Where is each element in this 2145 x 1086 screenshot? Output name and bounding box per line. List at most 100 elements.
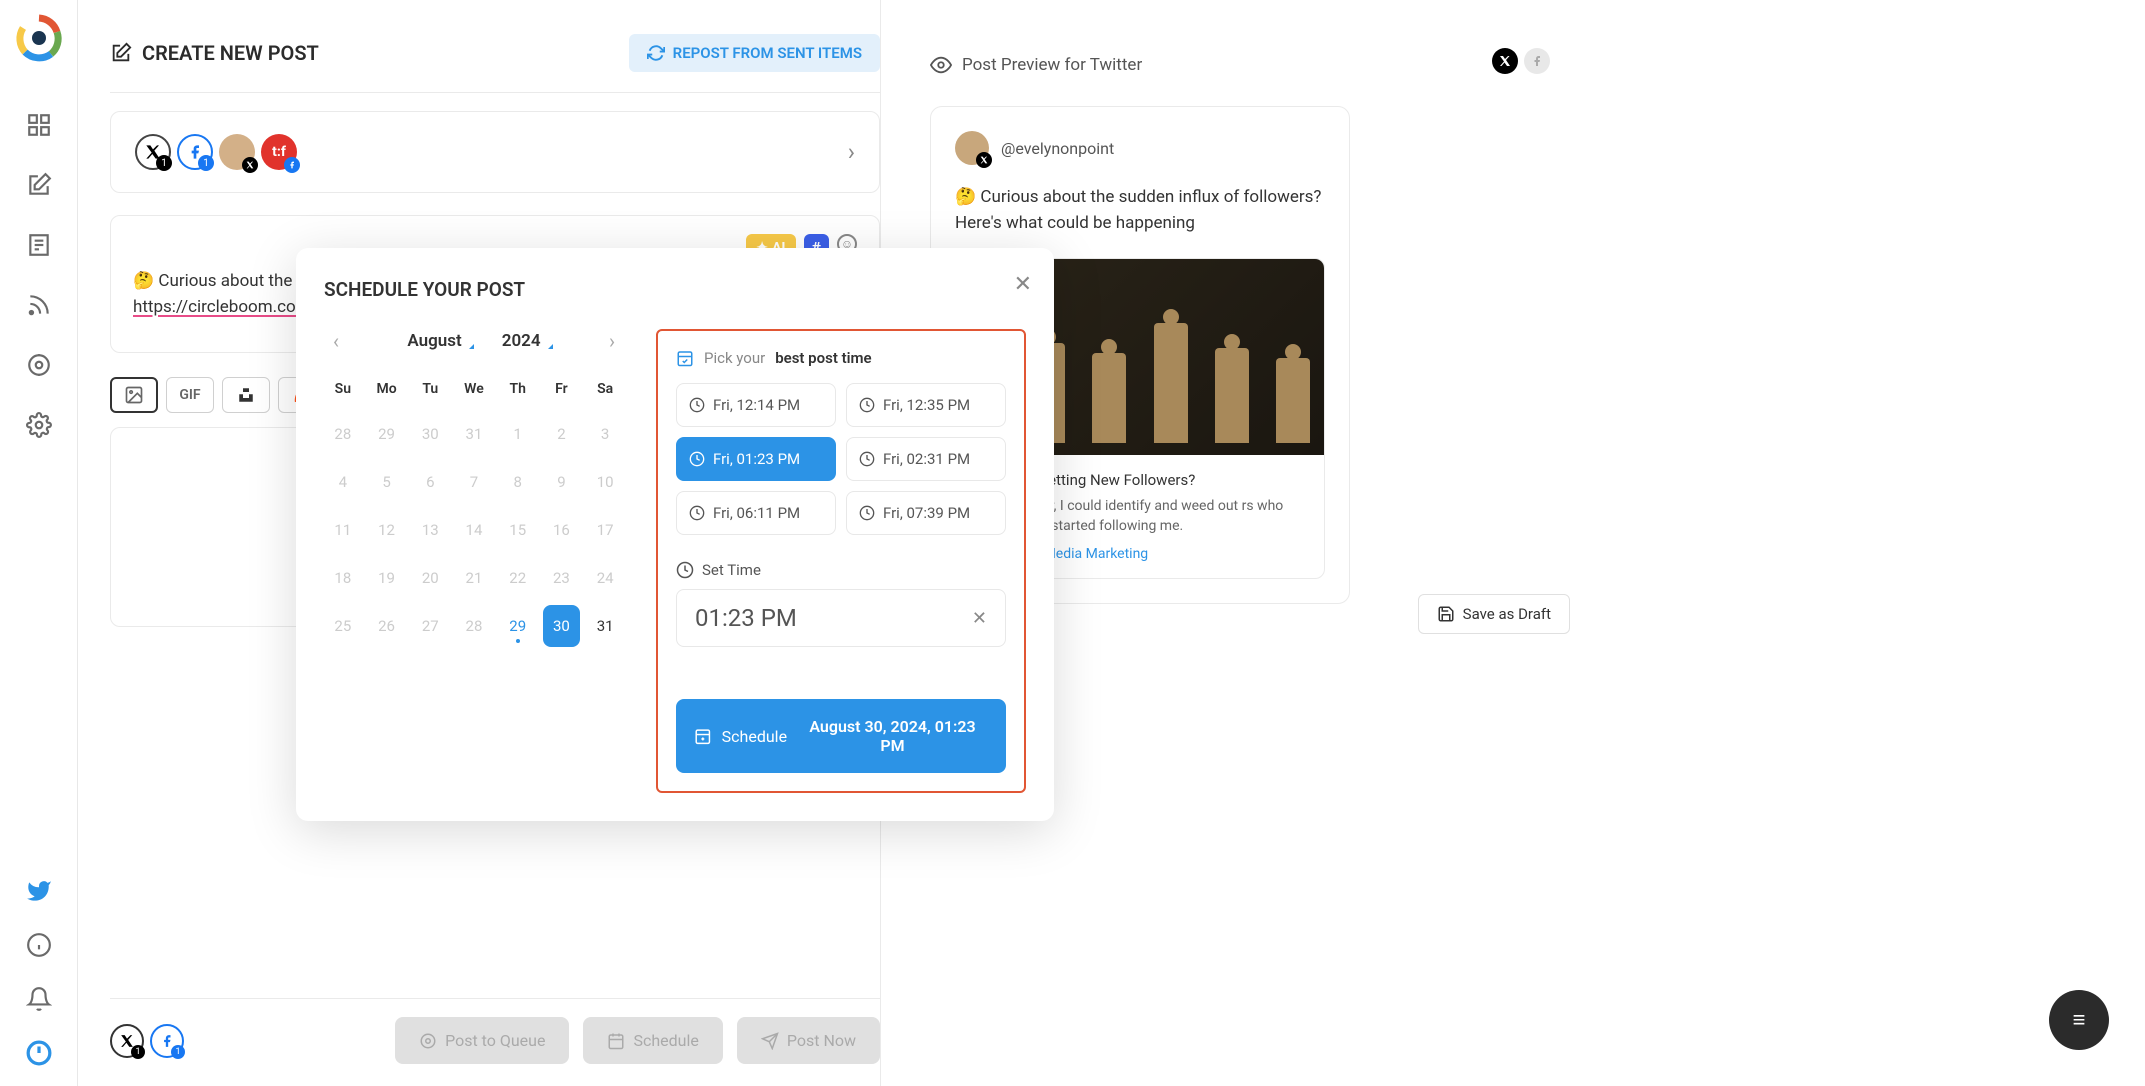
cal-day[interactable]: 10 — [586, 461, 624, 503]
info-icon[interactable] — [26, 932, 52, 958]
modal-title: SCHEDULE YOUR POST — [324, 278, 1026, 301]
cal-day[interactable]: 3 — [586, 413, 624, 455]
rss-icon[interactable] — [26, 292, 52, 318]
year-select[interactable]: 2024 — [502, 331, 541, 351]
cal-day[interactable]: 4 — [324, 461, 362, 503]
cal-day[interactable]: 17 — [586, 509, 624, 551]
time-input-wrap: ✕ — [676, 589, 1006, 647]
cal-day-prev[interactable]: 31 — [455, 413, 493, 455]
cal-day[interactable]: 31 — [586, 605, 624, 647]
bb-twitter-bubble[interactable]: 1 — [110, 1024, 144, 1058]
cal-day[interactable]: 20 — [411, 557, 449, 599]
image-upload-button[interactable] — [110, 377, 158, 413]
cal-dow: We — [455, 371, 493, 407]
cal-day[interactable]: 25 — [324, 605, 362, 647]
bottom-action-bar: 1 1 Post to Queue Schedule Post Now — [110, 998, 880, 1064]
modal-close-button[interactable]: ✕ — [1014, 272, 1032, 297]
create-post-icon — [110, 42, 132, 64]
cal-day[interactable]: 22 — [499, 557, 537, 599]
cal-day[interactable]: 26 — [368, 605, 406, 647]
month-select[interactable]: August — [407, 331, 461, 351]
app-logo — [15, 14, 63, 62]
articles-icon[interactable] — [26, 232, 52, 258]
facebook-account-bubble[interactable]: 1 — [177, 134, 213, 170]
user-avatar-bubble[interactable] — [219, 134, 255, 170]
cal-dow: Mo — [368, 371, 406, 407]
twitter-count-badge: 1 — [156, 155, 172, 171]
repost-icon — [647, 44, 665, 62]
cal-prev-button[interactable]: ‹ — [324, 329, 348, 353]
help-fab[interactable]: ≡ — [2049, 990, 2109, 1050]
cal-day[interactable]: 13 — [411, 509, 449, 551]
cal-day[interactable]: 1 — [499, 413, 537, 455]
time-slot[interactable]: Fri, 01:23 PM — [676, 437, 836, 481]
dashboard-icon[interactable] — [26, 112, 52, 138]
settings-icon[interactable] — [26, 412, 52, 438]
repost-button[interactable]: REPOST FROM SENT ITEMS — [629, 34, 880, 72]
post-now-button[interactable]: Post Now — [737, 1017, 880, 1064]
cal-day-prev[interactable]: 30 — [411, 413, 449, 455]
save-icon — [1437, 605, 1455, 623]
time-slot[interactable]: Fri, 12:14 PM — [676, 383, 836, 427]
composer-link[interactable]: https://circleboom.com — [133, 297, 311, 317]
cal-day[interactable]: 2 — [543, 413, 581, 455]
cal-day[interactable]: 27 — [411, 605, 449, 647]
time-slot[interactable]: Fri, 02:31 PM — [846, 437, 1006, 481]
compose-icon[interactable] — [26, 172, 52, 198]
cal-day[interactable]: 23 — [543, 557, 581, 599]
post-to-queue-button[interactable]: Post to Queue — [395, 1017, 569, 1064]
cal-day[interactable]: 21 — [455, 557, 493, 599]
time-slot[interactable]: Fri, 06:11 PM — [676, 491, 836, 535]
cal-dow: Th — [499, 371, 537, 407]
expand-accounts-chevron[interactable]: › — [848, 138, 855, 166]
cal-day[interactable]: 9 — [543, 461, 581, 503]
twitter-account-bubble[interactable]: 1 — [135, 134, 171, 170]
cal-day[interactable]: 12 — [368, 509, 406, 551]
cal-day[interactable]: 24 — [586, 557, 624, 599]
clear-time-button[interactable]: ✕ — [972, 608, 987, 629]
cal-day[interactable]: 8 — [499, 461, 537, 503]
automation-icon[interactable] — [26, 352, 52, 378]
cal-day-selected[interactable]: 30 — [543, 605, 581, 647]
power-icon[interactable] — [26, 1040, 52, 1066]
cal-next-button[interactable]: › — [600, 329, 624, 353]
preview-avatar — [955, 131, 989, 165]
cal-day-prev[interactable]: 28 — [324, 413, 362, 455]
pick-label-1: Pick your — [704, 349, 765, 367]
cal-day[interactable]: 19 — [368, 557, 406, 599]
cal-day[interactable]: 14 — [455, 509, 493, 551]
red-account-bubble[interactable]: t:f — [261, 134, 297, 170]
bb-facebook-bubble[interactable]: 1 — [150, 1024, 184, 1058]
pick-label-2: best post time — [775, 349, 871, 367]
calendar: ‹ August 2024 › SuMoTuWeThFrSa2829303112… — [324, 329, 624, 793]
cal-day[interactable]: 11 — [324, 509, 362, 551]
gif-button[interactable]: GIF — [166, 377, 214, 413]
cal-day[interactable]: 15 — [499, 509, 537, 551]
cal-day[interactable]: 16 — [543, 509, 581, 551]
unsplash-button[interactable] — [222, 377, 270, 413]
x-mini-badge — [242, 157, 258, 173]
time-slot[interactable]: Fri, 12:35 PM — [846, 383, 1006, 427]
cal-day[interactable]: 5 — [368, 461, 406, 503]
cal-day[interactable]: 28 — [455, 605, 493, 647]
queue-icon — [419, 1032, 437, 1050]
cal-dow: Tu — [411, 371, 449, 407]
cal-day[interactable]: 6 — [411, 461, 449, 503]
preview-fb-tab[interactable] — [1524, 48, 1550, 74]
time-input[interactable] — [695, 604, 895, 632]
cal-day-prev[interactable]: 29 — [368, 413, 406, 455]
cal-day-today[interactable]: 29 — [499, 605, 537, 647]
set-time-label: Set Time — [702, 561, 761, 579]
time-slot[interactable]: Fri, 07:39 PM — [846, 491, 1006, 535]
schedule-submit-button[interactable]: Schedule August 30, 2024, 01:23 PM — [676, 699, 1006, 773]
cal-dow: Fr — [543, 371, 581, 407]
cal-day[interactable]: 18 — [324, 557, 362, 599]
cal-day[interactable]: 7 — [455, 461, 493, 503]
twitter-icon[interactable] — [26, 878, 52, 904]
schedule-button[interactable]: Schedule — [583, 1017, 722, 1064]
preview-title: Post Preview for Twitter — [962, 55, 1142, 75]
accounts-selector[interactable]: 1 1 t:f › — [110, 111, 880, 193]
notifications-icon[interactable] — [26, 986, 52, 1012]
preview-x-tab[interactable] — [1492, 48, 1518, 74]
save-draft-button[interactable]: Save as Draft — [1418, 594, 1570, 634]
